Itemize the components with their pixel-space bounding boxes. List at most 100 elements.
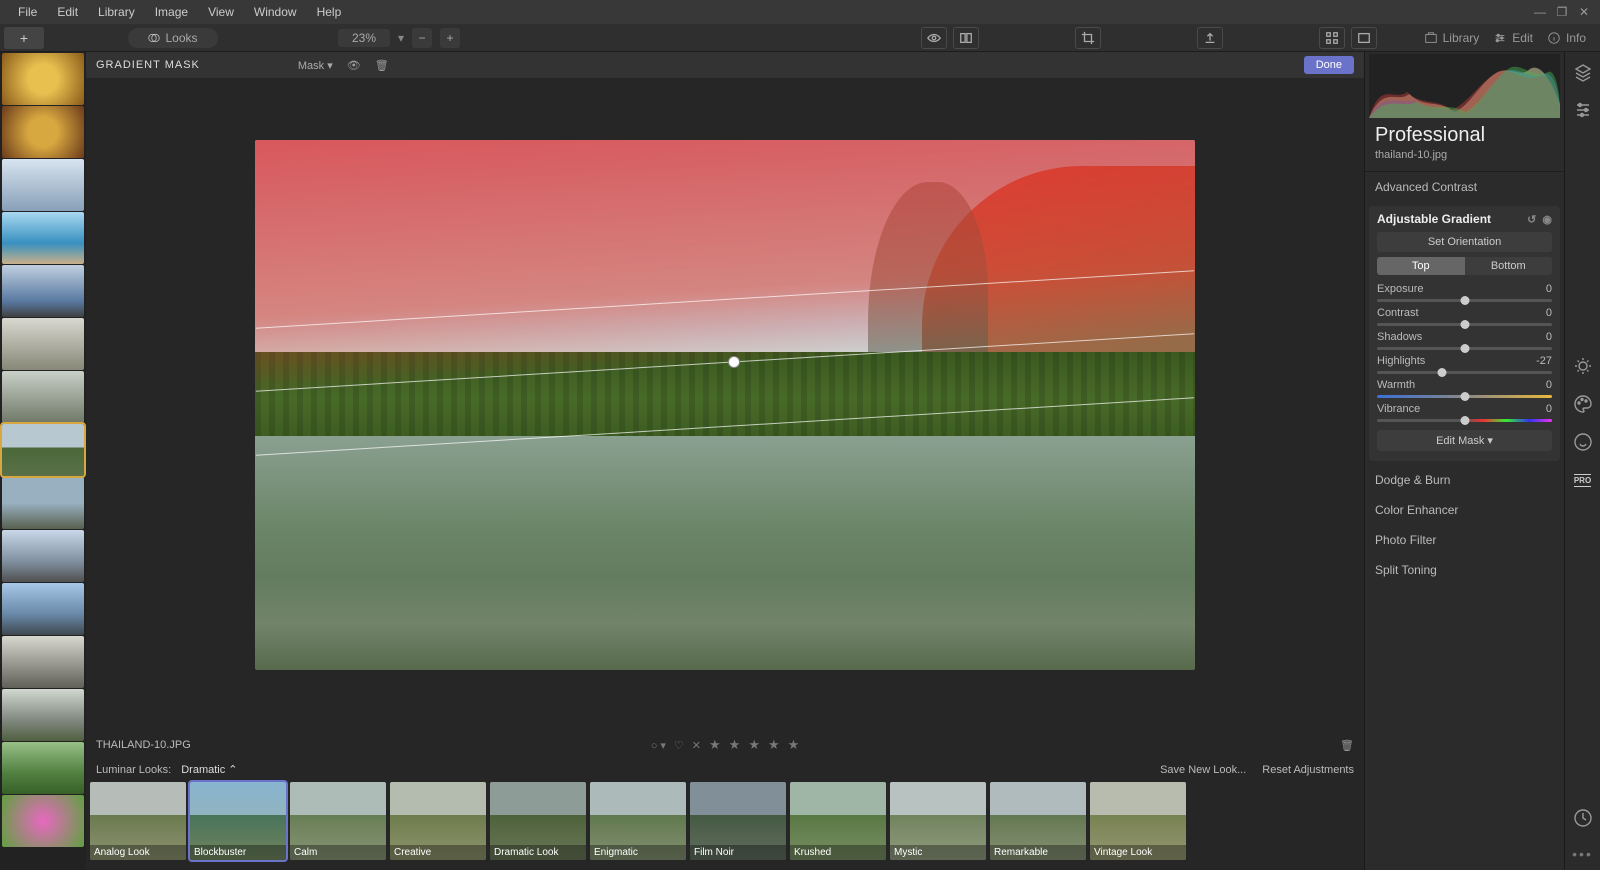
looks-category-dropdown[interactable]: Dramatic ⌃ [181, 763, 237, 776]
slider-track[interactable] [1377, 299, 1552, 302]
compare-button[interactable] [953, 27, 979, 49]
mask-visibility-icon[interactable]: 👁 [347, 59, 361, 72]
slider-track[interactable] [1377, 371, 1552, 374]
mask-dropdown[interactable]: Mask ▾ [298, 59, 333, 72]
maximize-icon[interactable]: ❐ [1554, 5, 1570, 19]
thumbnail-6[interactable] [2, 318, 84, 370]
thumbnail-14[interactable] [2, 742, 84, 794]
look-krushed[interactable]: Krushed [790, 782, 886, 860]
menu-image[interactable]: Image [145, 5, 198, 19]
save-new-look-button[interactable]: Save New Look... [1160, 764, 1246, 776]
history-icon[interactable] [1573, 808, 1593, 828]
star-2[interactable]: ★ [729, 737, 741, 753]
slider-knob[interactable] [1460, 320, 1469, 329]
grid-view-button[interactable] [1319, 27, 1345, 49]
thumbnail-15[interactable] [2, 795, 84, 847]
thumbnail-1[interactable] [2, 53, 84, 105]
tool-split-toning[interactable]: Split Toning [1365, 555, 1564, 585]
slider-track[interactable] [1377, 419, 1552, 422]
zoom-chevron-icon[interactable]: ▾ [398, 31, 404, 45]
reject-icon[interactable]: ✕ [692, 739, 701, 752]
tool-color-enhancer[interactable]: Color Enhancer [1365, 495, 1564, 525]
menu-file[interactable]: File [8, 5, 47, 19]
zoom-out-button[interactable]: − [412, 28, 432, 48]
slider-knob[interactable] [1460, 296, 1469, 305]
tool-photo-filter[interactable]: Photo Filter [1365, 525, 1564, 555]
light-icon[interactable] [1573, 356, 1593, 376]
look-mystic[interactable]: Mystic [890, 782, 986, 860]
look-film-noir[interactable]: Film Noir [690, 782, 786, 860]
slider-knob[interactable] [1437, 368, 1446, 377]
look-vintage-look[interactable]: Vintage Look [1090, 782, 1186, 860]
look-blockbuster[interactable]: Blockbuster [190, 782, 286, 860]
menu-help[interactable]: Help [307, 5, 352, 19]
layers-icon[interactable] [1573, 62, 1593, 82]
edit-mask-button[interactable]: Edit Mask ▾ [1377, 430, 1552, 451]
thumbnail-5[interactable] [2, 265, 84, 317]
slider-knob[interactable] [1460, 416, 1469, 425]
thumbnail-7[interactable] [2, 371, 84, 423]
star-4[interactable]: ★ [768, 737, 780, 753]
look-analog-look[interactable]: Analog Look [90, 782, 186, 860]
set-orientation-button[interactable]: Set Orientation [1377, 232, 1552, 252]
tab-library[interactable]: Library [1424, 31, 1480, 45]
delete-image-icon[interactable]: 🗑 [1340, 739, 1354, 752]
thumbnail-9[interactable] [2, 477, 84, 529]
star-5[interactable]: ★ [788, 737, 800, 753]
look-dramatic-look[interactable]: Dramatic Look [490, 782, 586, 860]
preview-eye-button[interactable] [921, 27, 947, 49]
star-3[interactable]: ★ [748, 737, 760, 753]
tab-info[interactable]: Info [1547, 31, 1586, 45]
segment-top[interactable]: Top [1377, 257, 1465, 275]
look-remarkable[interactable]: Remarkable [990, 782, 1086, 860]
more-icon[interactable]: ••• [1572, 846, 1593, 870]
essentials-icon[interactable] [1573, 100, 1593, 120]
tool-toggle-icon[interactable]: ◉ [1542, 213, 1552, 226]
zoom-in-button[interactable]: + [440, 28, 460, 48]
minimize-icon[interactable]: — [1532, 5, 1548, 19]
thumbnail-11[interactable] [2, 583, 84, 635]
export-button[interactable] [1197, 27, 1223, 49]
mask-delete-icon[interactable]: 🗑 [375, 59, 389, 72]
close-icon[interactable]: ✕ [1576, 5, 1592, 19]
tab-edit[interactable]: Edit [1493, 31, 1533, 45]
slider-knob[interactable] [1460, 392, 1469, 401]
slider-knob[interactable] [1460, 344, 1469, 353]
color-icon[interactable] [1573, 394, 1593, 414]
slider-track[interactable] [1377, 347, 1552, 350]
pro-icon[interactable]: PRO [1573, 470, 1593, 490]
zoom-value[interactable]: 23% [338, 29, 390, 47]
look-creative[interactable]: Creative [390, 782, 486, 860]
segment-bottom[interactable]: Bottom [1465, 257, 1553, 275]
crop-button[interactable] [1075, 27, 1101, 49]
tool-advanced-contrast[interactable]: Advanced Contrast [1365, 172, 1564, 202]
thumbnail-strip[interactable] [0, 52, 86, 870]
thumbnail-3[interactable] [2, 159, 84, 211]
thumbnail-4[interactable] [2, 212, 84, 264]
star-1[interactable]: ★ [709, 737, 721, 753]
portrait-icon[interactable] [1573, 432, 1593, 452]
look-calm[interactable]: Calm [290, 782, 386, 860]
look-enigmatic[interactable]: Enigmatic [590, 782, 686, 860]
looks-strip[interactable]: Analog LookBlockbusterCalmCreativeDramat… [86, 776, 1364, 870]
tool-dodge-burn[interactable]: Dodge & Burn [1365, 465, 1564, 495]
slider-track[interactable] [1377, 323, 1552, 326]
histogram[interactable] [1369, 54, 1560, 118]
single-view-button[interactable] [1351, 27, 1377, 49]
thumbnail-12[interactable] [2, 636, 84, 688]
thumbnail-13[interactable] [2, 689, 84, 741]
menu-library[interactable]: Library [88, 5, 145, 19]
menu-view[interactable]: View [198, 5, 244, 19]
tool-reset-icon[interactable]: ↺ [1527, 213, 1536, 226]
color-label-icon[interactable]: ○ ▾ [651, 739, 666, 752]
favorite-icon[interactable]: ♡ [674, 739, 684, 752]
thumbnail-10[interactable] [2, 530, 84, 582]
thumbnail-2[interactable] [2, 106, 84, 158]
menu-edit[interactable]: Edit [47, 5, 88, 19]
photo-preview[interactable] [255, 140, 1195, 670]
thumbnail-8[interactable] [2, 424, 84, 476]
done-button[interactable]: Done [1304, 56, 1354, 74]
slider-track[interactable] [1377, 395, 1552, 398]
reset-adjustments-button[interactable]: Reset Adjustments [1262, 764, 1354, 776]
canvas[interactable] [86, 78, 1364, 731]
